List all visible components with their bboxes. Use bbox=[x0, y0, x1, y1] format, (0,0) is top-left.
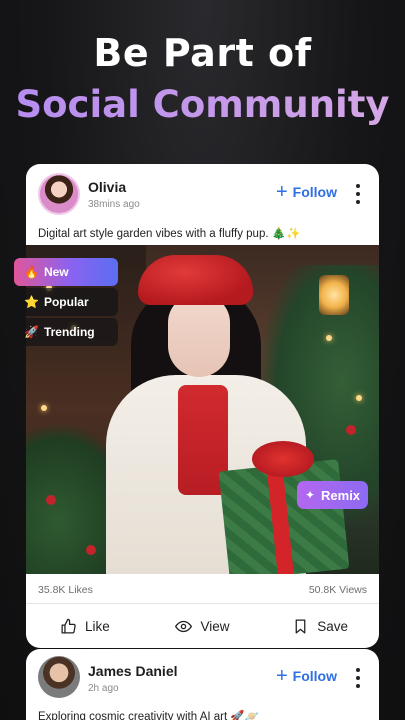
view-button[interactable]: View bbox=[144, 604, 262, 648]
remix-label: Remix bbox=[321, 487, 361, 503]
filter-label: Popular bbox=[43, 295, 89, 309]
thumbs-up-icon bbox=[61, 618, 76, 634]
post-card: Olivia 38mins ago + Follow Digital art s… bbox=[26, 164, 379, 648]
plus-icon: + bbox=[275, 181, 288, 203]
follow-label: Follow bbox=[292, 668, 337, 684]
plus-icon: + bbox=[275, 665, 288, 687]
star-icon: ⭐ bbox=[24, 295, 39, 309]
avatar[interactable] bbox=[38, 656, 80, 698]
rocket-icon: 🚀 bbox=[24, 325, 39, 339]
more-vertical-icon[interactable] bbox=[355, 668, 361, 688]
like-button[interactable]: Like bbox=[26, 604, 144, 648]
follow-button[interactable]: + Follow bbox=[275, 181, 337, 203]
likes-count: 35.8K Likes bbox=[38, 584, 93, 596]
timestamp: 38mins ago bbox=[88, 199, 140, 210]
post-stats: 35.8K Likes 50.8K Views bbox=[38, 584, 367, 598]
more-vertical-icon[interactable] bbox=[355, 184, 361, 204]
filter-trending[interactable]: 🚀 Trending bbox=[14, 318, 118, 346]
username[interactable]: James Daniel bbox=[88, 663, 178, 679]
headline: Be Part of Social Community bbox=[0, 30, 405, 130]
follow-label: Follow bbox=[292, 184, 337, 200]
filter-label: New bbox=[43, 265, 69, 279]
post-actions: Like View Save bbox=[26, 604, 379, 648]
save-button[interactable]: Save bbox=[261, 604, 379, 648]
save-label: Save bbox=[317, 618, 349, 634]
views-count: 50.8K Views bbox=[308, 584, 367, 596]
username[interactable]: Olivia bbox=[88, 179, 126, 195]
view-label: View bbox=[200, 618, 230, 634]
post-card-2: James Daniel 2h ago + Follow Exploring c… bbox=[26, 649, 379, 720]
bookmark-icon bbox=[295, 618, 306, 634]
sparkles-icon: ✦ bbox=[304, 488, 316, 502]
headline-line-2: Social Community bbox=[0, 80, 405, 130]
filter-label: Trending bbox=[43, 325, 95, 339]
post-header: Olivia 38mins ago + Follow bbox=[26, 164, 379, 224]
remix-button[interactable]: ✦ Remix bbox=[297, 481, 368, 509]
post-caption: Exploring cosmic creativity with AI art … bbox=[38, 711, 260, 720]
eye-icon bbox=[175, 620, 193, 632]
avatar[interactable] bbox=[38, 173, 80, 215]
fire-icon: 🔥 bbox=[24, 265, 39, 279]
headline-line-1: Be Part of bbox=[93, 31, 312, 75]
like-label: Like bbox=[84, 618, 110, 634]
post-caption: Digital art style garden vibes with a fl… bbox=[38, 228, 301, 240]
filter-popular[interactable]: ⭐ Popular bbox=[14, 288, 118, 316]
follow-button[interactable]: + Follow bbox=[275, 665, 337, 687]
timestamp: 2h ago bbox=[88, 683, 119, 694]
filter-new[interactable]: 🔥 New bbox=[14, 258, 118, 286]
